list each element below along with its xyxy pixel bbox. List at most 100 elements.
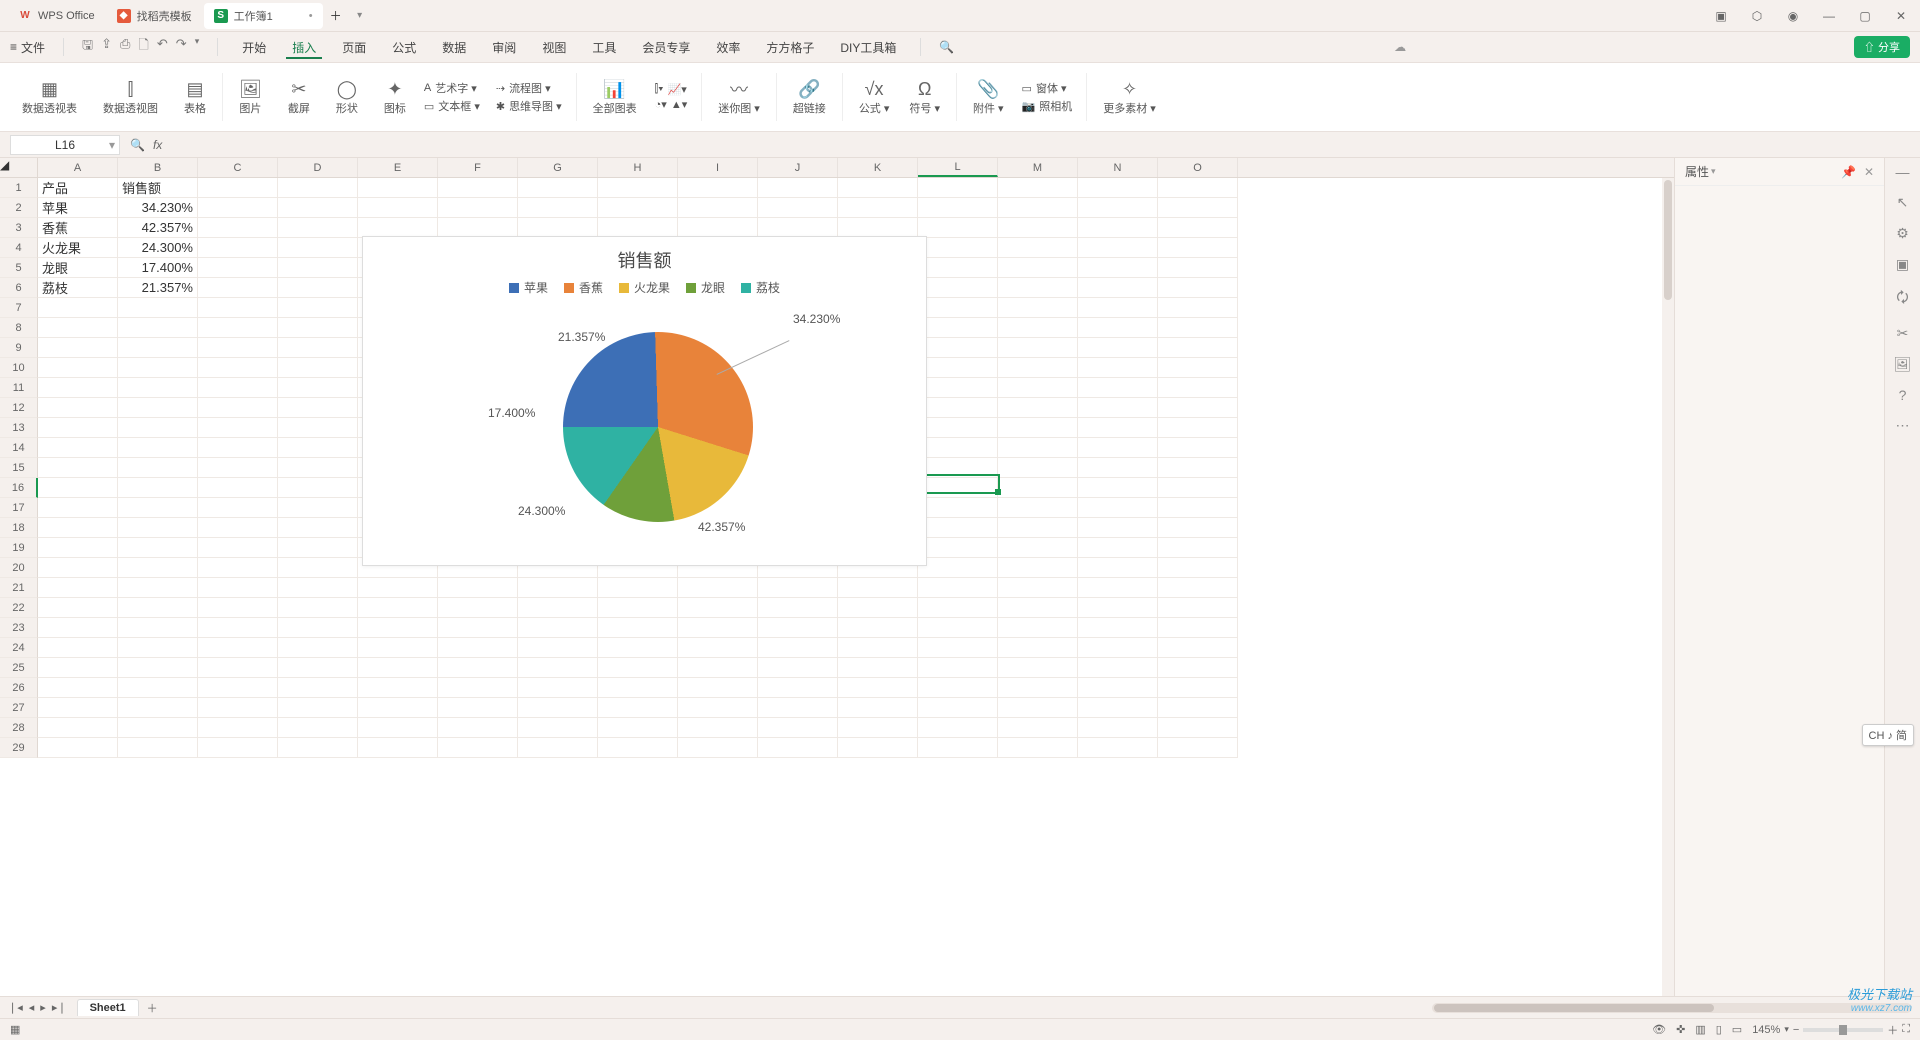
cell-N6[interactable] (1078, 278, 1158, 298)
cell-L4[interactable] (918, 238, 998, 258)
cell-K3[interactable] (838, 218, 918, 238)
cell-B27[interactable] (118, 698, 198, 718)
cell-L3[interactable] (918, 218, 998, 238)
cell-G28[interactable] (518, 718, 598, 738)
cell-M24[interactable] (998, 638, 1078, 658)
cell-M26[interactable] (998, 678, 1078, 698)
cell-H29[interactable] (598, 738, 678, 758)
cell-I3[interactable] (678, 218, 758, 238)
ribbon-sparkline[interactable]: 〰迷你图 ▾ (710, 78, 768, 116)
cell-O1[interactable] (1158, 178, 1238, 198)
cell-N23[interactable] (1078, 618, 1158, 638)
cell-O16[interactable] (1158, 478, 1238, 498)
qat-dropdown[interactable]: ▾ (195, 36, 200, 58)
cell-B16[interactable] (118, 478, 198, 498)
cell-D12[interactable] (278, 398, 358, 418)
cell-F27[interactable] (438, 698, 518, 718)
cell-K28[interactable] (838, 718, 918, 738)
col-header-L[interactable]: L (918, 158, 998, 177)
cell-O27[interactable] (1158, 698, 1238, 718)
cell-D26[interactable] (278, 678, 358, 698)
cell-N3[interactable] (1078, 218, 1158, 238)
cell-C28[interactable] (198, 718, 278, 738)
cell-D19[interactable] (278, 538, 358, 558)
first-sheet-icon[interactable]: ❘◂ (8, 1001, 23, 1014)
cell-O7[interactable] (1158, 298, 1238, 318)
cell-M17[interactable] (998, 498, 1078, 518)
cell-A19[interactable] (38, 538, 118, 558)
cell-M29[interactable] (998, 738, 1078, 758)
cell-L15[interactable] (918, 458, 998, 478)
search-icon[interactable]: 🔍 (939, 40, 954, 54)
cell-L19[interactable] (918, 538, 998, 558)
cell-A28[interactable] (38, 718, 118, 738)
cell-J28[interactable] (758, 718, 838, 738)
cell-D27[interactable] (278, 698, 358, 718)
cell-O12[interactable] (1158, 398, 1238, 418)
col-header-O[interactable]: O (1158, 158, 1238, 177)
undo-icon[interactable]: ↶ (157, 36, 168, 58)
cell-H25[interactable] (598, 658, 678, 678)
cell-C20[interactable] (198, 558, 278, 578)
cell-G29[interactable] (518, 738, 598, 758)
cell-K29[interactable] (838, 738, 918, 758)
cell-C14[interactable] (198, 438, 278, 458)
cell-C23[interactable] (198, 618, 278, 638)
row-header-13[interactable]: 13 (0, 418, 38, 438)
ribbon-textbox[interactable]: ▭文本框 ▾ (424, 98, 480, 114)
menu-效率[interactable]: 效率 (710, 36, 746, 59)
cell-N20[interactable] (1078, 558, 1158, 578)
cell-L5[interactable] (918, 258, 998, 278)
cell-N4[interactable] (1078, 238, 1158, 258)
settings-tool-icon[interactable]: ⚙ (1896, 225, 1909, 242)
cell-M19[interactable] (998, 538, 1078, 558)
row-header-29[interactable]: 29 (0, 738, 38, 758)
cell-I26[interactable] (678, 678, 758, 698)
cell-D20[interactable] (278, 558, 358, 578)
vertical-scrollbar[interactable] (1662, 178, 1674, 996)
row-header-3[interactable]: 3 (0, 218, 38, 238)
cell-J27[interactable] (758, 698, 838, 718)
cell-A2[interactable]: 苹果 (38, 198, 118, 218)
col-header-I[interactable]: I (678, 158, 758, 177)
cell-J22[interactable] (758, 598, 838, 618)
cell-A16[interactable] (38, 478, 118, 498)
cell-D14[interactable] (278, 438, 358, 458)
cell-I27[interactable] (678, 698, 758, 718)
cell-L17[interactable] (918, 498, 998, 518)
cell-L24[interactable] (918, 638, 998, 658)
cell-L13[interactable] (918, 418, 998, 438)
cell-O19[interactable] (1158, 538, 1238, 558)
cell-D5[interactable] (278, 258, 358, 278)
cell-D16[interactable] (278, 478, 358, 498)
embedded-chart[interactable]: 销售额 苹果香蕉火龙果龙眼荔枝 34.230%42.357%24.300%17.… (362, 236, 927, 566)
status-mode-icon[interactable]: ▦ (10, 1023, 20, 1036)
redo-icon[interactable]: ↷ (176, 36, 187, 58)
cell-N21[interactable] (1078, 578, 1158, 598)
cell-D1[interactable] (278, 178, 358, 198)
cell-M7[interactable] (998, 298, 1078, 318)
cell-A6[interactable]: 荔枝 (38, 278, 118, 298)
row-header-1[interactable]: 1 (0, 178, 38, 198)
minimize-button[interactable]: — (1818, 5, 1840, 27)
cell-D18[interactable] (278, 518, 358, 538)
menu-开始[interactable]: 开始 (236, 36, 272, 59)
cell-D2[interactable] (278, 198, 358, 218)
ribbon-hyperlink[interactable]: 🔗超链接 (785, 78, 834, 116)
cell-O24[interactable] (1158, 638, 1238, 658)
cell-F29[interactable] (438, 738, 518, 758)
cell-N19[interactable] (1078, 538, 1158, 558)
row-header-5[interactable]: 5 (0, 258, 38, 278)
cell-G24[interactable] (518, 638, 598, 658)
cell-C15[interactable] (198, 458, 278, 478)
cell-N2[interactable] (1078, 198, 1158, 218)
backup-tool-icon[interactable]: 🗘 (1896, 287, 1909, 311)
row-header-6[interactable]: 6 (0, 278, 38, 298)
cell-N13[interactable] (1078, 418, 1158, 438)
cell-N22[interactable] (1078, 598, 1158, 618)
file-menu[interactable]: ≡ 文件 (10, 39, 45, 56)
row-header-21[interactable]: 21 (0, 578, 38, 598)
cell-M3[interactable] (998, 218, 1078, 238)
cell-I29[interactable] (678, 738, 758, 758)
cell-E27[interactable] (358, 698, 438, 718)
